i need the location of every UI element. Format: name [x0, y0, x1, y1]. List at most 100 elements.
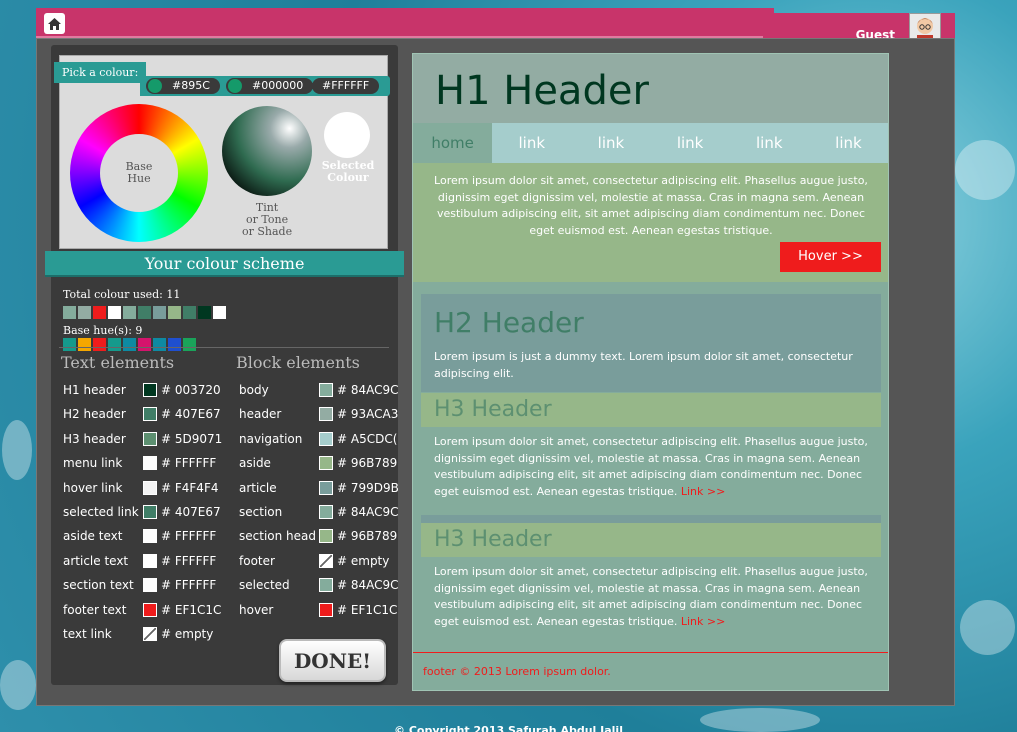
block-element-name: aside — [239, 456, 271, 471]
block-element-colour-box[interactable] — [319, 529, 333, 544]
text-element-hex-value: # FFFFFF — [161, 578, 217, 593]
aside-text: Lorem ipsum dolor sit amet, consectetur … — [434, 174, 868, 237]
section-link[interactable]: Link >> — [681, 615, 725, 628]
colour-swatch — [123, 338, 136, 351]
text-element-row[interactable]: H2 header # 407E67 — [63, 406, 221, 422]
text-element-hex-value: # F4F4F4 — [161, 480, 219, 495]
text-element-row[interactable]: footer text # EF1C1C — [63, 602, 221, 618]
block-element-row[interactable]: hover # EF1C1C — [239, 602, 397, 618]
text-element-row[interactable]: text link # empty — [63, 626, 213, 642]
bokeh-decoration — [960, 600, 1015, 655]
block-element-colour-box[interactable] — [319, 553, 333, 568]
block-element-name: navigation — [239, 431, 303, 446]
block-element-colour-box[interactable] — [319, 407, 333, 422]
section-link[interactable]: Link >> — [681, 485, 725, 498]
block-element-hex-value: # 93ACA3 — [337, 407, 399, 422]
colour-picker: Pick a colour: #895C #000000 #FFFFFF Bas… — [54, 55, 390, 249]
colour-swatch — [153, 338, 166, 351]
text-element-colour-box[interactable] — [143, 431, 157, 446]
preview-h3: H3 Header — [434, 397, 552, 422]
main-frame: Pick a colour: #895C #000000 #FFFFFF Bas… — [36, 38, 955, 706]
block-element-row[interactable]: article # 799D9B — [239, 480, 399, 496]
block-element-row[interactable]: selected # 84AC9C — [239, 577, 399, 593]
base-hex-pill[interactable]: #895C — [146, 78, 220, 94]
text-element-row[interactable]: hover link # F4F4F4 — [63, 480, 218, 496]
text-element-colour-box[interactable] — [143, 456, 157, 471]
selected-hex-pill[interactable]: #FFFFFF — [312, 78, 380, 94]
text-element-row[interactable]: section text # FFFFFF — [63, 577, 216, 593]
text-element-colour-box[interactable] — [143, 383, 157, 397]
preview-footer: footer © 2013 Lorem ipsum dolor. — [413, 652, 888, 690]
nav-item-link[interactable]: link — [651, 123, 730, 163]
text-element-name: section text — [63, 578, 134, 593]
preview-page: H1 Header home link link link link link … — [412, 53, 889, 691]
block-element-colour-box[interactable] — [319, 431, 333, 446]
block-element-colour-box[interactable] — [319, 456, 333, 471]
text-element-hex-value: # empty — [161, 627, 214, 641]
text-element-row[interactable]: H1 header # 003720 — [63, 382, 221, 398]
nav-item-link[interactable]: link — [492, 123, 571, 163]
block-element-row[interactable]: footer # empty — [239, 553, 389, 569]
preview-h2: H2 Header — [434, 306, 584, 339]
footer-text: footer © 2013 Lorem ipsum dolor. — [423, 665, 611, 678]
nav-item-link[interactable]: link — [730, 123, 809, 163]
base-hue-label: Base Hue — [100, 134, 178, 212]
text-element-row[interactable]: article text # FFFFFF — [63, 553, 216, 569]
block-element-hex-value: # EF1C1C — [337, 602, 398, 617]
text-element-row[interactable]: aside text # FFFFFF — [63, 528, 216, 544]
block-element-row[interactable]: section head # 96B789 — [239, 528, 397, 544]
text-element-name: hover link — [63, 480, 123, 495]
block-element-row[interactable]: navigation # A5CDC( — [239, 431, 397, 447]
nav-item-link[interactable]: link — [571, 123, 650, 163]
home-button[interactable] — [44, 13, 65, 34]
base-hex-value: #895C — [172, 79, 210, 92]
text-element-colour-box[interactable] — [143, 627, 157, 641]
text-element-name: text link — [63, 627, 112, 641]
text-element-colour-box[interactable] — [143, 602, 157, 617]
text-element-row[interactable]: selected link # 407E67 — [63, 504, 221, 520]
block-element-row[interactable]: section # 84AC9C — [239, 504, 399, 520]
colour-swatch — [78, 306, 91, 319]
text-element-colour-box[interactable] — [143, 407, 157, 422]
done-button[interactable]: DONE! — [279, 639, 386, 682]
section-separator — [421, 515, 881, 523]
nav-item-home[interactable]: home — [413, 123, 493, 163]
text-element-row[interactable]: menu link # FFFFFF — [63, 455, 216, 471]
block-element-row[interactable]: aside # 96B789 — [239, 455, 397, 471]
text-element-colour-box[interactable] — [143, 553, 157, 568]
tint-shade-picker[interactable] — [222, 106, 312, 196]
block-element-colour-box[interactable] — [319, 578, 333, 593]
text-element-colour-box[interactable] — [143, 505, 157, 519]
text-element-row[interactable]: H3 header # 5D9071 — [63, 431, 222, 447]
block-element-colour-box[interactable] — [319, 602, 333, 617]
selected-colour-label: Selected Colour — [321, 159, 375, 184]
preview-h3: H3 Header — [434, 527, 552, 552]
text-element-colour-box[interactable] — [143, 578, 157, 593]
text-element-colour-box[interactable] — [143, 480, 157, 495]
nav-item-link[interactable]: link — [809, 123, 888, 163]
section-head: H3 Header — [421, 393, 881, 427]
block-element-name: header — [239, 407, 282, 422]
colour-swatch — [123, 306, 136, 319]
block-element-hex-value: # 84AC9C — [337, 383, 399, 397]
colour-swatch — [138, 306, 151, 319]
colour-swatch — [108, 306, 121, 319]
colour-swatch — [183, 306, 196, 319]
text-element-colour-box[interactable] — [143, 529, 157, 544]
block-element-hex-value: # empty — [337, 553, 390, 568]
text-element-hex-value: # 407E67 — [161, 407, 221, 422]
block-element-colour-box[interactable] — [319, 480, 333, 495]
total-colour-count: Total colour used: 11 — [63, 288, 181, 301]
block-element-row[interactable]: header # 93ACA3 — [239, 406, 398, 422]
block-element-colour-box[interactable] — [319, 383, 333, 397]
shade-hex-pill[interactable]: #000000 — [226, 78, 314, 94]
block-element-row[interactable]: body # 84AC9C — [239, 382, 399, 398]
text-element-hex-value: # 003720 — [161, 383, 221, 397]
block-element-hex-value: # 96B789 — [337, 529, 398, 544]
text-element-hex-value: # FFFFFF — [161, 529, 217, 544]
text-element-name: footer text — [63, 602, 127, 617]
hue-wheel[interactable]: Base Hue — [70, 104, 208, 242]
block-element-colour-box[interactable] — [319, 505, 333, 519]
hover-button[interactable]: Hover >> — [780, 242, 881, 272]
hex-bar: #895C #000000 #FFFFFF — [140, 76, 390, 96]
